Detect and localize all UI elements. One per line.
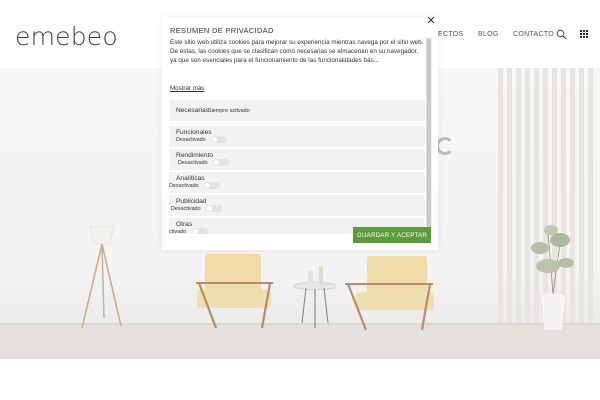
page-body-blank <box>0 359 600 400</box>
cookie-category-necesarias[interactable]: Necesarias Siempre activado <box>169 100 425 121</box>
category-status: Desactivado <box>171 206 201 212</box>
toggle-publicidad[interactable] <box>206 205 222 212</box>
category-status: Desactivado <box>169 183 199 189</box>
cookie-category-analiticas[interactable]: Analíticas Desactivado <box>169 172 425 193</box>
side-table-illustration <box>293 266 337 328</box>
armchair-left-illustration <box>196 254 273 329</box>
category-name: Publicidad <box>176 198 207 205</box>
toggle-funcionales[interactable] <box>211 136 227 143</box>
floor-lamp-illustration <box>81 225 122 329</box>
privacy-description: Este sitio web utiliza cookies para mejo… <box>170 39 424 64</box>
category-name: Necesarias <box>176 107 209 114</box>
cookie-category-funcionales[interactable]: Funcionales Desactivado <box>169 126 425 147</box>
privacy-modal-title: RESUMEN DE PRIVACIDAD <box>170 26 274 35</box>
category-name: Analíticas <box>176 175 205 182</box>
nav-item-blog[interactable]: BLOG <box>478 31 499 38</box>
privacy-modal-content[interactable]: Este sitio web utiliza cookies para mejo… <box>162 37 432 234</box>
nav-item-contacto[interactable]: CONTACTO <box>513 31 554 38</box>
close-icon[interactable]: ✕ <box>426 16 436 27</box>
nav-item-proyectos[interactable]: ECTOS <box>438 31 464 38</box>
category-name: Rendimiento <box>176 152 214 159</box>
category-status: Siempre activado <box>208 108 250 114</box>
site-logo[interactable]: emebeo <box>15 22 118 51</box>
modal-scrollbar-thumb[interactable] <box>427 39 431 227</box>
toggle-otras[interactable] <box>192 228 208 234</box>
grid-menu-icon[interactable] <box>580 30 589 39</box>
privacy-modal: ✕ RESUMEN DE PRIVACIDAD Este sitio web u… <box>162 16 438 250</box>
armchair-right-illustration <box>345 256 434 331</box>
toggle-analiticas[interactable] <box>204 182 220 189</box>
toggle-rendimiento[interactable] <box>213 159 229 166</box>
cookie-category-rendimiento[interactable]: Rendimiento Desactivado <box>169 149 425 170</box>
category-name: Funcionales <box>176 129 212 136</box>
category-status: Desactivado <box>178 160 208 166</box>
loading-spinner-icon <box>436 137 454 155</box>
category-status: ctivado <box>169 229 187 234</box>
show-more-link[interactable]: Mostrar más <box>170 85 204 92</box>
category-name: Otras <box>176 221 193 228</box>
search-icon[interactable] <box>556 29 567 40</box>
save-and-accept-button[interactable]: GUARDAR Y ACEPTAR <box>353 227 431 243</box>
category-status: Desactivado <box>176 137 206 143</box>
cookie-category-publicidad[interactable]: Publicidad Desactivado <box>169 195 425 216</box>
